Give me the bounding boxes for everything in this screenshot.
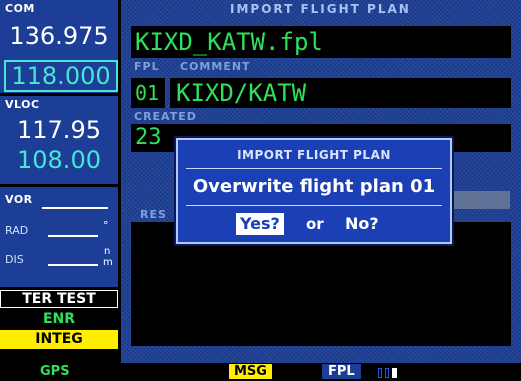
page-indicator-segment bbox=[385, 368, 389, 378]
vloc-panel: VLOC 117.95 108.00 bbox=[0, 96, 118, 184]
com-standby-frequency[interactable]: 118.000 bbox=[4, 60, 118, 92]
rad-unit: ° bbox=[103, 219, 109, 232]
yes-button[interactable]: Yes? bbox=[236, 213, 284, 235]
ter-test-annunciator: TER TEST bbox=[0, 290, 118, 308]
dialog-message-divider bbox=[186, 205, 442, 206]
ter-test-label: TER TEST bbox=[22, 291, 96, 307]
gps-mode-label: GPS bbox=[40, 364, 70, 379]
page-indicator-current bbox=[392, 368, 397, 378]
import-dialog: IMPORT FLIGHT PLAN Overwrite flight plan… bbox=[176, 138, 452, 244]
dis-label: DIS bbox=[5, 253, 24, 266]
comment-value: KIXD/KATW bbox=[176, 79, 307, 107]
comment-label: COMMENT bbox=[180, 60, 251, 73]
fpl-label: FPL bbox=[134, 60, 160, 73]
page-indicator-segment bbox=[378, 368, 382, 378]
dis-value-blank bbox=[48, 264, 98, 266]
com-panel: COM 136.975 118.000 bbox=[0, 0, 118, 93]
fpl-number-field[interactable]: 01 bbox=[131, 78, 165, 108]
rad-value-blank bbox=[48, 235, 98, 237]
filename-field[interactable]: KIXD_KATW.fpl bbox=[131, 26, 511, 58]
vor-label: VOR bbox=[5, 193, 33, 206]
no-button[interactable]: No? bbox=[345, 213, 379, 235]
com-active-frequency: 136.975 bbox=[9, 22, 109, 50]
cursor-indicator bbox=[452, 191, 510, 209]
filename-value: KIXD_KATW.fpl bbox=[135, 28, 323, 56]
or-label: or bbox=[306, 215, 324, 233]
msg-annunciator[interactable]: MSG bbox=[229, 364, 272, 379]
vor-ident-blank bbox=[42, 207, 108, 209]
enr-annunciator: ENR bbox=[0, 310, 118, 328]
vor-panel: VOR RAD ° DIS n m bbox=[0, 187, 118, 287]
vloc-label: VLOC bbox=[5, 98, 40, 111]
fpl-page-label: FPL bbox=[322, 364, 361, 379]
dis-unit-top: n bbox=[104, 246, 111, 257]
integ-label: INTEG bbox=[35, 331, 83, 347]
integ-annunciator: INTEG bbox=[0, 330, 118, 349]
dialog-title-divider bbox=[186, 168, 442, 169]
vloc-standby-frequency[interactable]: 108.00 bbox=[4, 146, 114, 174]
fpl-number-value: 01 bbox=[135, 81, 160, 105]
page-indicator bbox=[378, 368, 418, 378]
dialog-message: Overwrite flight plan 01 bbox=[192, 176, 436, 197]
page-title: IMPORT FLIGHT PLAN bbox=[230, 2, 411, 16]
rad-label: RAD bbox=[5, 224, 29, 237]
created-label: CREATED bbox=[134, 110, 197, 123]
dis-unit-bottom: m bbox=[103, 257, 113, 268]
result-label: RES bbox=[140, 208, 167, 221]
com-label: COM bbox=[5, 2, 35, 15]
status-bar: GPS MSG FPL bbox=[0, 363, 521, 381]
enr-label: ENR bbox=[42, 311, 76, 327]
vloc-active-frequency: 117.95 bbox=[17, 116, 101, 144]
dialog-title: IMPORT FLIGHT PLAN bbox=[237, 148, 391, 162]
created-value: 23 bbox=[135, 125, 162, 150]
comment-field[interactable]: KIXD/KATW bbox=[170, 78, 511, 108]
